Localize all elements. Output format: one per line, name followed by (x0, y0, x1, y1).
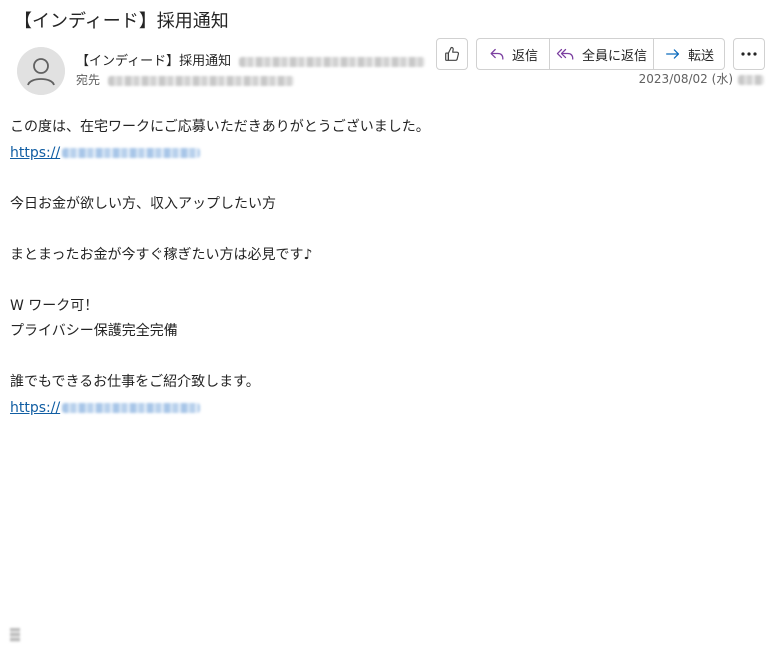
link-url-redacted (62, 147, 201, 158)
sender-line[interactable]: 【インディード】採用通知 (76, 53, 426, 71)
reply-icon (488, 45, 506, 63)
forward-button[interactable]: 転送 (653, 38, 725, 70)
like-button[interactable] (436, 38, 468, 70)
body-link-line: https:// (10, 396, 430, 422)
link-url-redacted (62, 402, 201, 413)
body-line: 今日お金が欲しい方、収入アップしたい方 (10, 195, 276, 212)
reply-all-label: 全員に返信 (582, 47, 648, 63)
to-label: 宛先 (76, 73, 101, 87)
footer-redacted (10, 628, 20, 642)
person-icon (17, 47, 65, 95)
reply-actions: 返信 全員に返信 転送 (476, 38, 725, 70)
sender-avatar[interactable] (17, 47, 65, 95)
time-redacted (738, 74, 764, 85)
email-subject: 【インディード】採用通知 (14, 11, 229, 32)
email-body: この度は、在宅ワークにご応募いただきありがとうございました。 https:// … (10, 115, 430, 421)
body-line: W ワーク可！ (10, 297, 99, 314)
reply-all-button[interactable]: 全員に返信 (549, 38, 653, 70)
sender-address-redacted (239, 56, 426, 67)
body-line: 誰でもできるお仕事をご紹介致します。 (10, 374, 260, 390)
reply-all-icon (556, 45, 576, 63)
body-line: この度は、在宅ワークにご応募いただきありがとうございました。 (10, 119, 430, 135)
body-link[interactable]: https:// (10, 144, 201, 161)
body-link-text: https:// (10, 399, 61, 416)
thumbs-up-icon (445, 46, 460, 61)
sender-name[interactable]: 【インディード】採用通知 (76, 54, 231, 69)
date-text: 2023/08/02 (水) (638, 72, 733, 86)
body-link[interactable]: https:// (10, 399, 201, 416)
body-line: まとまったお金が今すぐ稼ぎたい方は必見です♪ (10, 246, 313, 263)
body-link-text: https:// (10, 144, 61, 161)
recipient-address-redacted (108, 75, 295, 86)
body-line: プライバシー保護完全完備 (10, 323, 178, 339)
more-icon (741, 52, 757, 56)
forward-arrow-icon (664, 45, 682, 63)
reply-button[interactable]: 返信 (476, 38, 549, 70)
more-actions-button[interactable] (733, 38, 765, 70)
forward-label: 転送 (688, 47, 715, 63)
body-link-line: https:// (10, 141, 430, 167)
received-date: 2023/08/02 (水) (639, 71, 764, 88)
reply-label: 返信 (511, 47, 538, 63)
recipient-line: 宛先 (76, 72, 295, 89)
